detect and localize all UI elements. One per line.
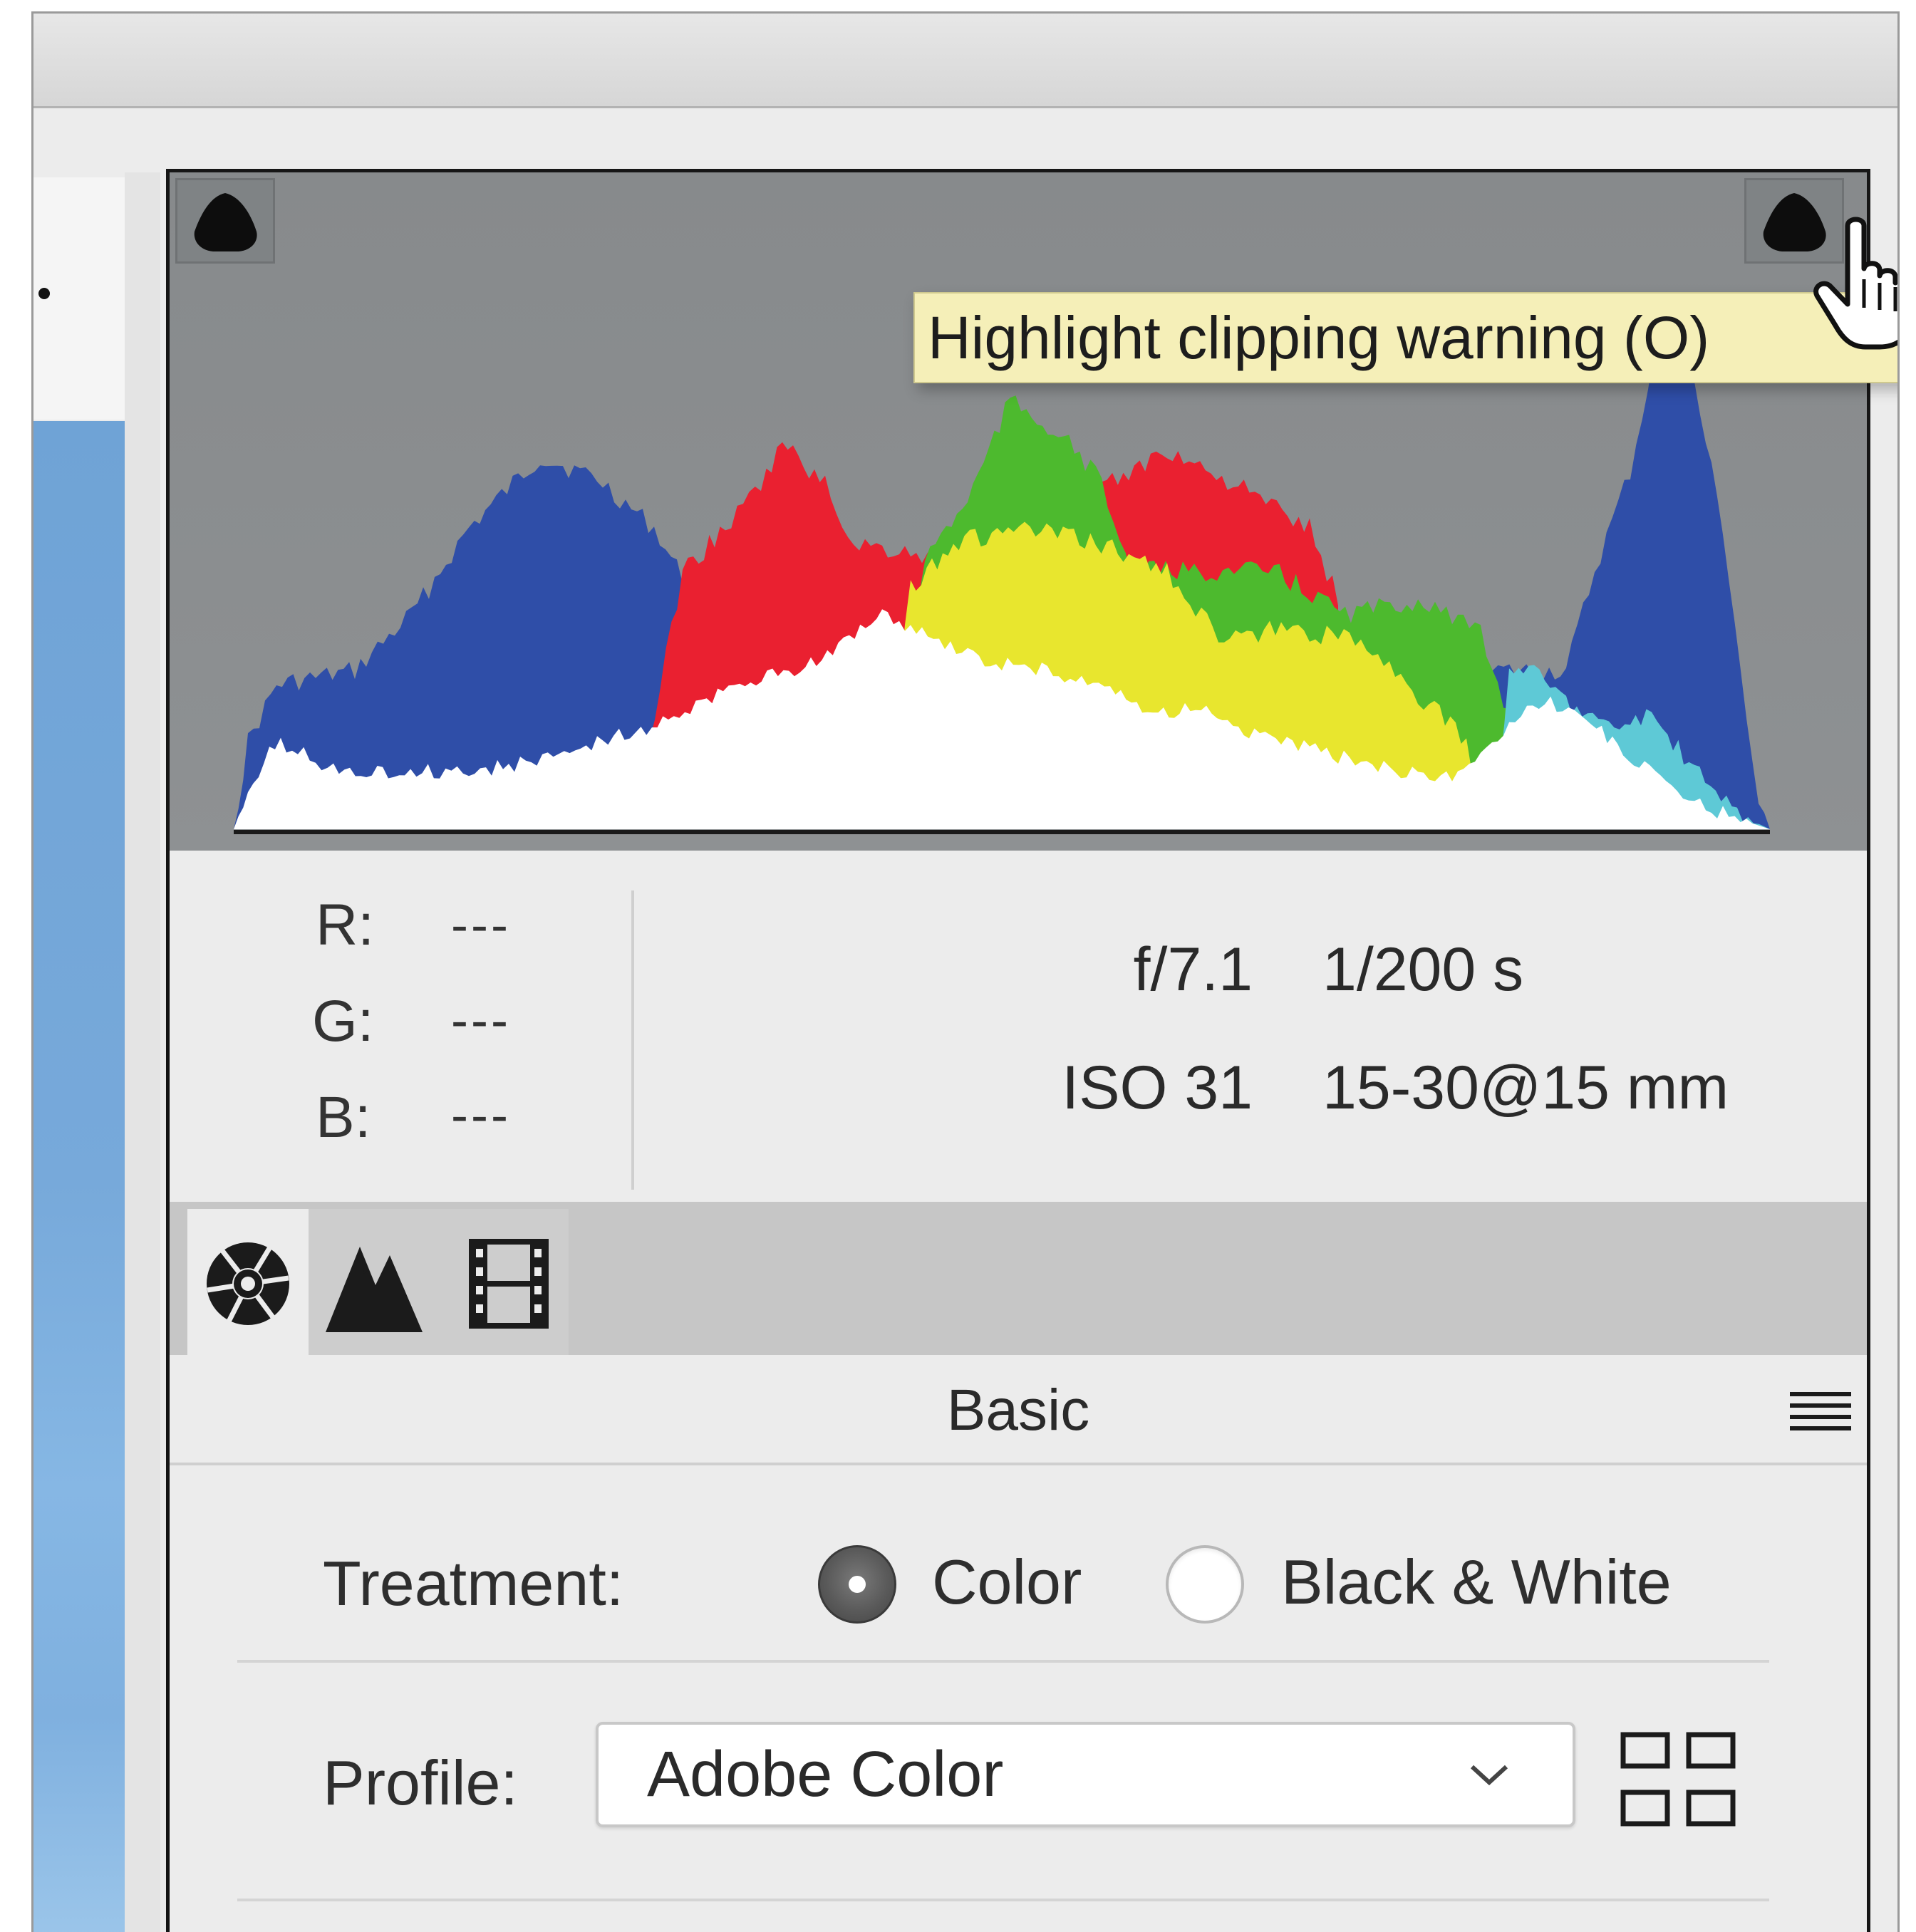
tab-basic[interactable] — [187, 1209, 309, 1355]
panel-menu-icon[interactable] — [1790, 1391, 1851, 1433]
toolbar-strip — [33, 108, 1897, 172]
info-area — [170, 851, 1867, 1190]
treatment-color-label[interactable]: Color — [932, 1546, 1082, 1619]
section-title: Basic — [946, 1378, 1090, 1443]
profile-value: Adobe Color — [647, 1739, 1004, 1810]
camera-raw-window: Highlight clipping warning (O) R: --- G:… — [31, 11, 1900, 1932]
g-value: --- — [451, 992, 511, 1049]
histogram-plot — [234, 291, 1770, 834]
histogram — [170, 172, 1867, 851]
b-label: B: — [316, 1085, 371, 1150]
shutter-value: 1/200 s — [1322, 935, 1524, 1004]
tab-film[interactable] — [440, 1209, 569, 1355]
profile-grid-icon[interactable] — [1620, 1731, 1741, 1831]
treatment-label: Treatment: — [323, 1548, 624, 1619]
mountains-icon — [326, 1247, 423, 1332]
b-value: --- — [451, 1087, 511, 1144]
readout-divider — [631, 890, 634, 1190]
r-label: R: — [316, 893, 374, 957]
separator — [237, 1899, 1769, 1901]
title-bar — [33, 14, 1897, 108]
shadow-clip-warning-icon — [194, 193, 257, 251]
marker-icon — [38, 288, 50, 299]
tooltip: Highlight clipping warning (O) — [913, 292, 1897, 383]
image-preview[interactable] — [33, 421, 125, 1932]
preview-divider — [125, 172, 160, 1932]
r-value: --- — [451, 897, 511, 954]
hand-cursor-icon — [1813, 217, 1897, 350]
adjustment-panel: Highlight clipping warning (O) R: --- G:… — [166, 169, 1897, 1932]
separator — [237, 1660, 1769, 1663]
film-strip-icon — [469, 1239, 549, 1329]
iso-value: ISO 31 — [1062, 1054, 1253, 1122]
chevron-down-icon — [1470, 1765, 1508, 1786]
tab-detail[interactable] — [309, 1209, 440, 1355]
shadow-clipping-button[interactable] — [175, 178, 275, 264]
lens-value: 15-30@15 mm — [1322, 1054, 1729, 1122]
treatment-bw-label[interactable]: Black & White — [1281, 1546, 1672, 1619]
radio-selected-dot — [849, 1576, 866, 1593]
profile-label: Profile: — [323, 1747, 518, 1818]
g-label: G: — [312, 989, 374, 1054]
aperture-value: f/7.1 — [1133, 935, 1253, 1004]
treatment-bw-radio[interactable] — [1166, 1545, 1244, 1624]
aperture-icon — [207, 1242, 289, 1325]
